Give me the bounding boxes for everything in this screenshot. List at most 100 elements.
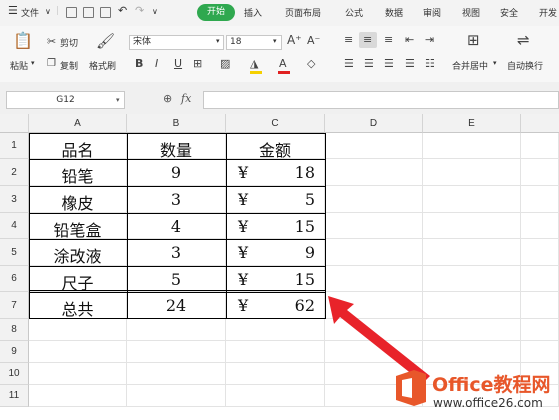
column-header-d[interactable]: D [325,114,423,133]
tab-data[interactable]: 数据 [385,6,403,19]
cell-A2[interactable]: 铅笔 [29,159,127,186]
cell-C9[interactable] [226,341,325,363]
cell-C6[interactable]: ¥15 [226,266,325,292]
cell-F5[interactable] [521,239,559,266]
indent-increase-icon[interactable]: ⇥ [425,34,434,45]
tab-view[interactable]: 视图 [462,6,480,19]
fx-icon[interactable]: fx [181,92,191,105]
paste-icon[interactable]: 📋 [13,33,33,49]
font-name-chevron-icon[interactable]: ▾ [216,37,220,45]
cell-F6[interactable] [521,266,559,292]
cell-B11[interactable] [127,385,226,407]
row-header-9[interactable]: 9 [0,341,29,363]
cell-C8[interactable] [226,319,325,341]
name-box[interactable]: G12 [6,91,125,109]
wrap-text-button[interactable]: 自动换行 [507,59,543,72]
cell-F3[interactable] [521,186,559,213]
cell-C1[interactable]: 金额 [226,133,325,160]
file-menu[interactable]: 文件 [21,6,39,19]
row-header-6[interactable]: 6 [0,266,29,292]
cell-B9[interactable] [127,341,226,363]
cell-E6[interactable] [423,266,521,292]
decrease-font-icon[interactable]: A⁻ [307,35,320,46]
cell-B7[interactable]: 24 [127,292,226,319]
cell-B8[interactable] [127,319,226,341]
cell-A4[interactable]: 铅笔盒 [29,213,127,240]
cell-E3[interactable] [423,186,521,213]
cell-D1[interactable] [325,133,423,159]
customize-chevron-icon[interactable]: ∨ [152,7,158,16]
cell-D5[interactable] [325,239,423,266]
align-left-icon[interactable]: ☰ [344,58,354,69]
merge-center-button[interactable]: 合并居中 [452,59,488,72]
copy-button[interactable]: 复制 [60,59,78,72]
tab-security[interactable]: 安全 [500,6,518,19]
indent-decrease-icon[interactable]: ⇤ [405,34,414,45]
cell-A3[interactable]: 橡皮 [29,186,127,213]
cell-C7[interactable]: ¥62 [226,292,325,319]
copy-icon[interactable]: ❐ [47,58,56,69]
border-icon[interactable]: ⊞ [193,58,202,69]
underline-icon[interactable]: U [174,58,182,69]
cell-D3[interactable] [325,186,423,213]
cell-F9[interactable] [521,341,559,363]
font-name-select[interactable]: 宋体 [129,35,224,50]
tab-page-layout[interactable]: 页面布局 [285,6,321,19]
cell-D4[interactable] [325,213,423,239]
tab-formulas[interactable]: 公式 [345,6,363,19]
formula-input[interactable] [203,91,559,109]
bold-icon[interactable]: B [135,58,143,69]
increase-font-icon[interactable]: A⁺ [287,34,302,46]
cell-F2[interactable] [521,159,559,186]
cut-button[interactable]: 剪切 [60,36,78,49]
tab-start[interactable]: 开始 [197,4,235,21]
print-icon[interactable] [83,7,94,18]
cell-B1[interactable]: 数量 [127,133,226,160]
paste-button[interactable]: 粘贴 [10,59,28,72]
chevron-down-icon[interactable]: ∨ [45,7,51,16]
column-header-b[interactable]: B [127,114,226,133]
cell-C4[interactable]: ¥15 [226,213,325,239]
cell-style-icon[interactable]: ▨ [220,58,230,69]
cell-C10[interactable] [226,363,325,385]
cell-A7[interactable]: 总共 [29,292,127,319]
cell-F4[interactable] [521,213,559,239]
row-header-1[interactable]: 1 [0,133,29,159]
cell-E4[interactable] [423,213,521,239]
align-center-icon[interactable]: ☰ [364,58,374,69]
italic-icon[interactable]: I [155,58,158,69]
merge-center-icon[interactable]: ⊞ [467,33,480,48]
cell-B6[interactable]: 5 [127,266,226,292]
cell-F8[interactable] [521,319,559,341]
row-header-3[interactable]: 3 [0,186,29,213]
cell-B10[interactable] [127,363,226,385]
row-header-10[interactable]: 10 [0,363,29,385]
cell-E1[interactable] [423,133,521,159]
cell-F7[interactable] [521,292,559,319]
cell-A8[interactable] [29,319,127,341]
align-top-icon[interactable]: ≡ [344,34,353,45]
row-header-2[interactable]: 2 [0,159,29,186]
paste-chevron-icon[interactable]: ▾ [31,59,35,67]
cell-D6[interactable] [325,266,423,292]
format-painter-icon[interactable]: 🖌 [96,34,115,49]
column-header-e[interactable]: E [423,114,521,133]
cell-C2[interactable]: ¥18 [226,159,325,186]
column-header-c[interactable]: C [226,114,325,133]
cell-A9[interactable] [29,341,127,363]
tab-insert[interactable]: 插入 [244,6,262,19]
zoom-icon[interactable]: ⊕ [163,92,172,105]
redo-icon[interactable]: ↷ [135,4,144,17]
print-preview-icon[interactable] [100,7,111,18]
align-bottom-icon[interactable]: ≡ [384,34,393,45]
cell-B5[interactable]: 3 [127,239,226,266]
cell-A10[interactable] [29,363,127,385]
cell-B4[interactable]: 4 [127,213,226,239]
cell-A5[interactable]: 涂改液 [29,239,127,266]
cell-B2[interactable]: 9 [127,159,226,186]
save-icon[interactable] [66,7,77,18]
wrap-text-icon[interactable]: ⇌ [517,33,530,48]
justify-icon[interactable]: ☰ [405,58,415,69]
font-size-chevron-icon[interactable]: ▾ [273,37,277,45]
column-header-f[interactable] [521,114,559,133]
